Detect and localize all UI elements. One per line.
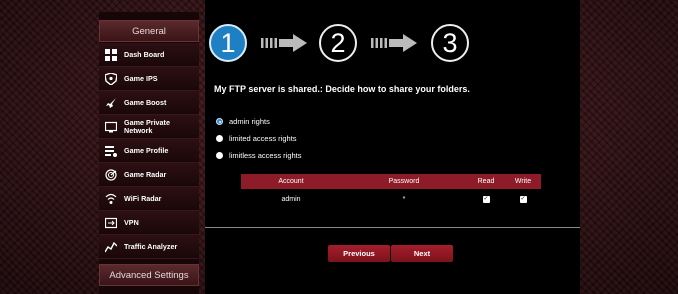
nav-item-label: Game Profile — [124, 145, 169, 155]
cell-write: ✓ — [505, 195, 541, 203]
page-heading: My FTP server is shared.: Decide how to … — [214, 84, 470, 94]
monitor-network-icon — [104, 120, 118, 134]
nav-item-game-private-network[interactable]: Game Private Network — [99, 115, 199, 139]
step-3-indicator: 3 — [431, 24, 469, 62]
nav-item-label: Game IPS — [124, 73, 158, 83]
divider — [205, 227, 580, 228]
header-read: Read — [477, 178, 495, 185]
nav-item-label: Dash Board — [124, 49, 165, 59]
ftp-share-wizard-panel: 1 2 3 My FTP server is shared.: Decide h… — [205, 0, 580, 294]
cell-password: * — [402, 195, 406, 203]
step-1-indicator: 1 — [209, 24, 247, 62]
profile-list-icon — [104, 144, 118, 158]
cell-account: admin — [281, 195, 301, 203]
step-arrow-icon — [261, 34, 307, 52]
nav-item-label: Traffic Analyzer — [124, 241, 178, 251]
radio-icon[interactable] — [216, 135, 223, 142]
step-arrow-icon — [371, 34, 417, 52]
nav-item-game-boost[interactable]: Game Boost — [99, 91, 199, 115]
cell-read: ✓ — [467, 195, 505, 203]
account-permissions-table: Account Password Read Write admin * ✓ ✓ — [241, 174, 541, 209]
nav-item-game-radar[interactable]: Game Radar — [99, 163, 199, 187]
radar-icon — [104, 168, 118, 182]
table-header: Account Password Read Write — [241, 174, 541, 189]
nav-item-vpn[interactable]: VPN — [99, 211, 199, 235]
nav-item-label: Game Boost — [124, 97, 167, 107]
nav-item-dash-board[interactable]: Dash Board — [99, 43, 199, 67]
read-checkbox[interactable]: ✓ — [482, 196, 490, 203]
rocket-icon — [104, 96, 118, 110]
traffic-analyzer-icon — [104, 240, 118, 254]
shield-icon — [104, 72, 118, 86]
option-limited-access-rights[interactable]: limited access rights — [216, 134, 297, 143]
dashboard-icon — [104, 48, 118, 62]
partial-nav-icon — [104, 289, 118, 294]
option-label: limitless access rights — [229, 151, 302, 160]
nav-item-traffic-analyzer[interactable]: Traffic Analyzer — [99, 235, 199, 259]
nav-item-label: VPN — [124, 217, 139, 227]
header-account: Account — [278, 178, 304, 185]
nav-item-wifi-radar[interactable]: WiFi Radar — [99, 187, 199, 211]
header-password: Password — [388, 178, 420, 185]
nav-item-game-profile[interactable]: Game Profile — [99, 139, 199, 163]
vpn-icon — [104, 216, 118, 230]
general-section-header: General — [99, 20, 199, 42]
nav-item-game-ips[interactable]: Game IPS — [99, 67, 199, 91]
advanced-settings-header: Advanced Settings — [99, 264, 199, 286]
next-button[interactable]: Next — [391, 245, 453, 262]
wifi-radar-icon — [104, 192, 118, 206]
option-label: admin rights — [229, 117, 270, 126]
option-label: limited access rights — [229, 134, 297, 143]
radio-icon[interactable] — [216, 152, 223, 159]
previous-button[interactable]: Previous — [328, 245, 390, 262]
radio-selected-icon[interactable] — [216, 118, 223, 125]
option-limitless-access-rights[interactable]: limitless access rights — [216, 151, 302, 160]
wizard-steps: 1 2 3 — [205, 0, 580, 80]
option-admin-rights[interactable]: admin rights — [216, 117, 270, 126]
nav-item-label: Game Radar — [124, 169, 167, 179]
nav-item-label: WiFi Radar — [124, 193, 162, 203]
sidebar: General Dash Board Game IPS Game Boost G… — [99, 12, 199, 294]
table-row: admin * ✓ ✓ — [241, 189, 541, 209]
nav-item-label: Game Private Network — [124, 117, 170, 135]
step-2-indicator: 2 — [319, 24, 357, 62]
header-write: Write — [514, 178, 532, 185]
write-checkbox[interactable]: ✓ — [519, 196, 527, 203]
